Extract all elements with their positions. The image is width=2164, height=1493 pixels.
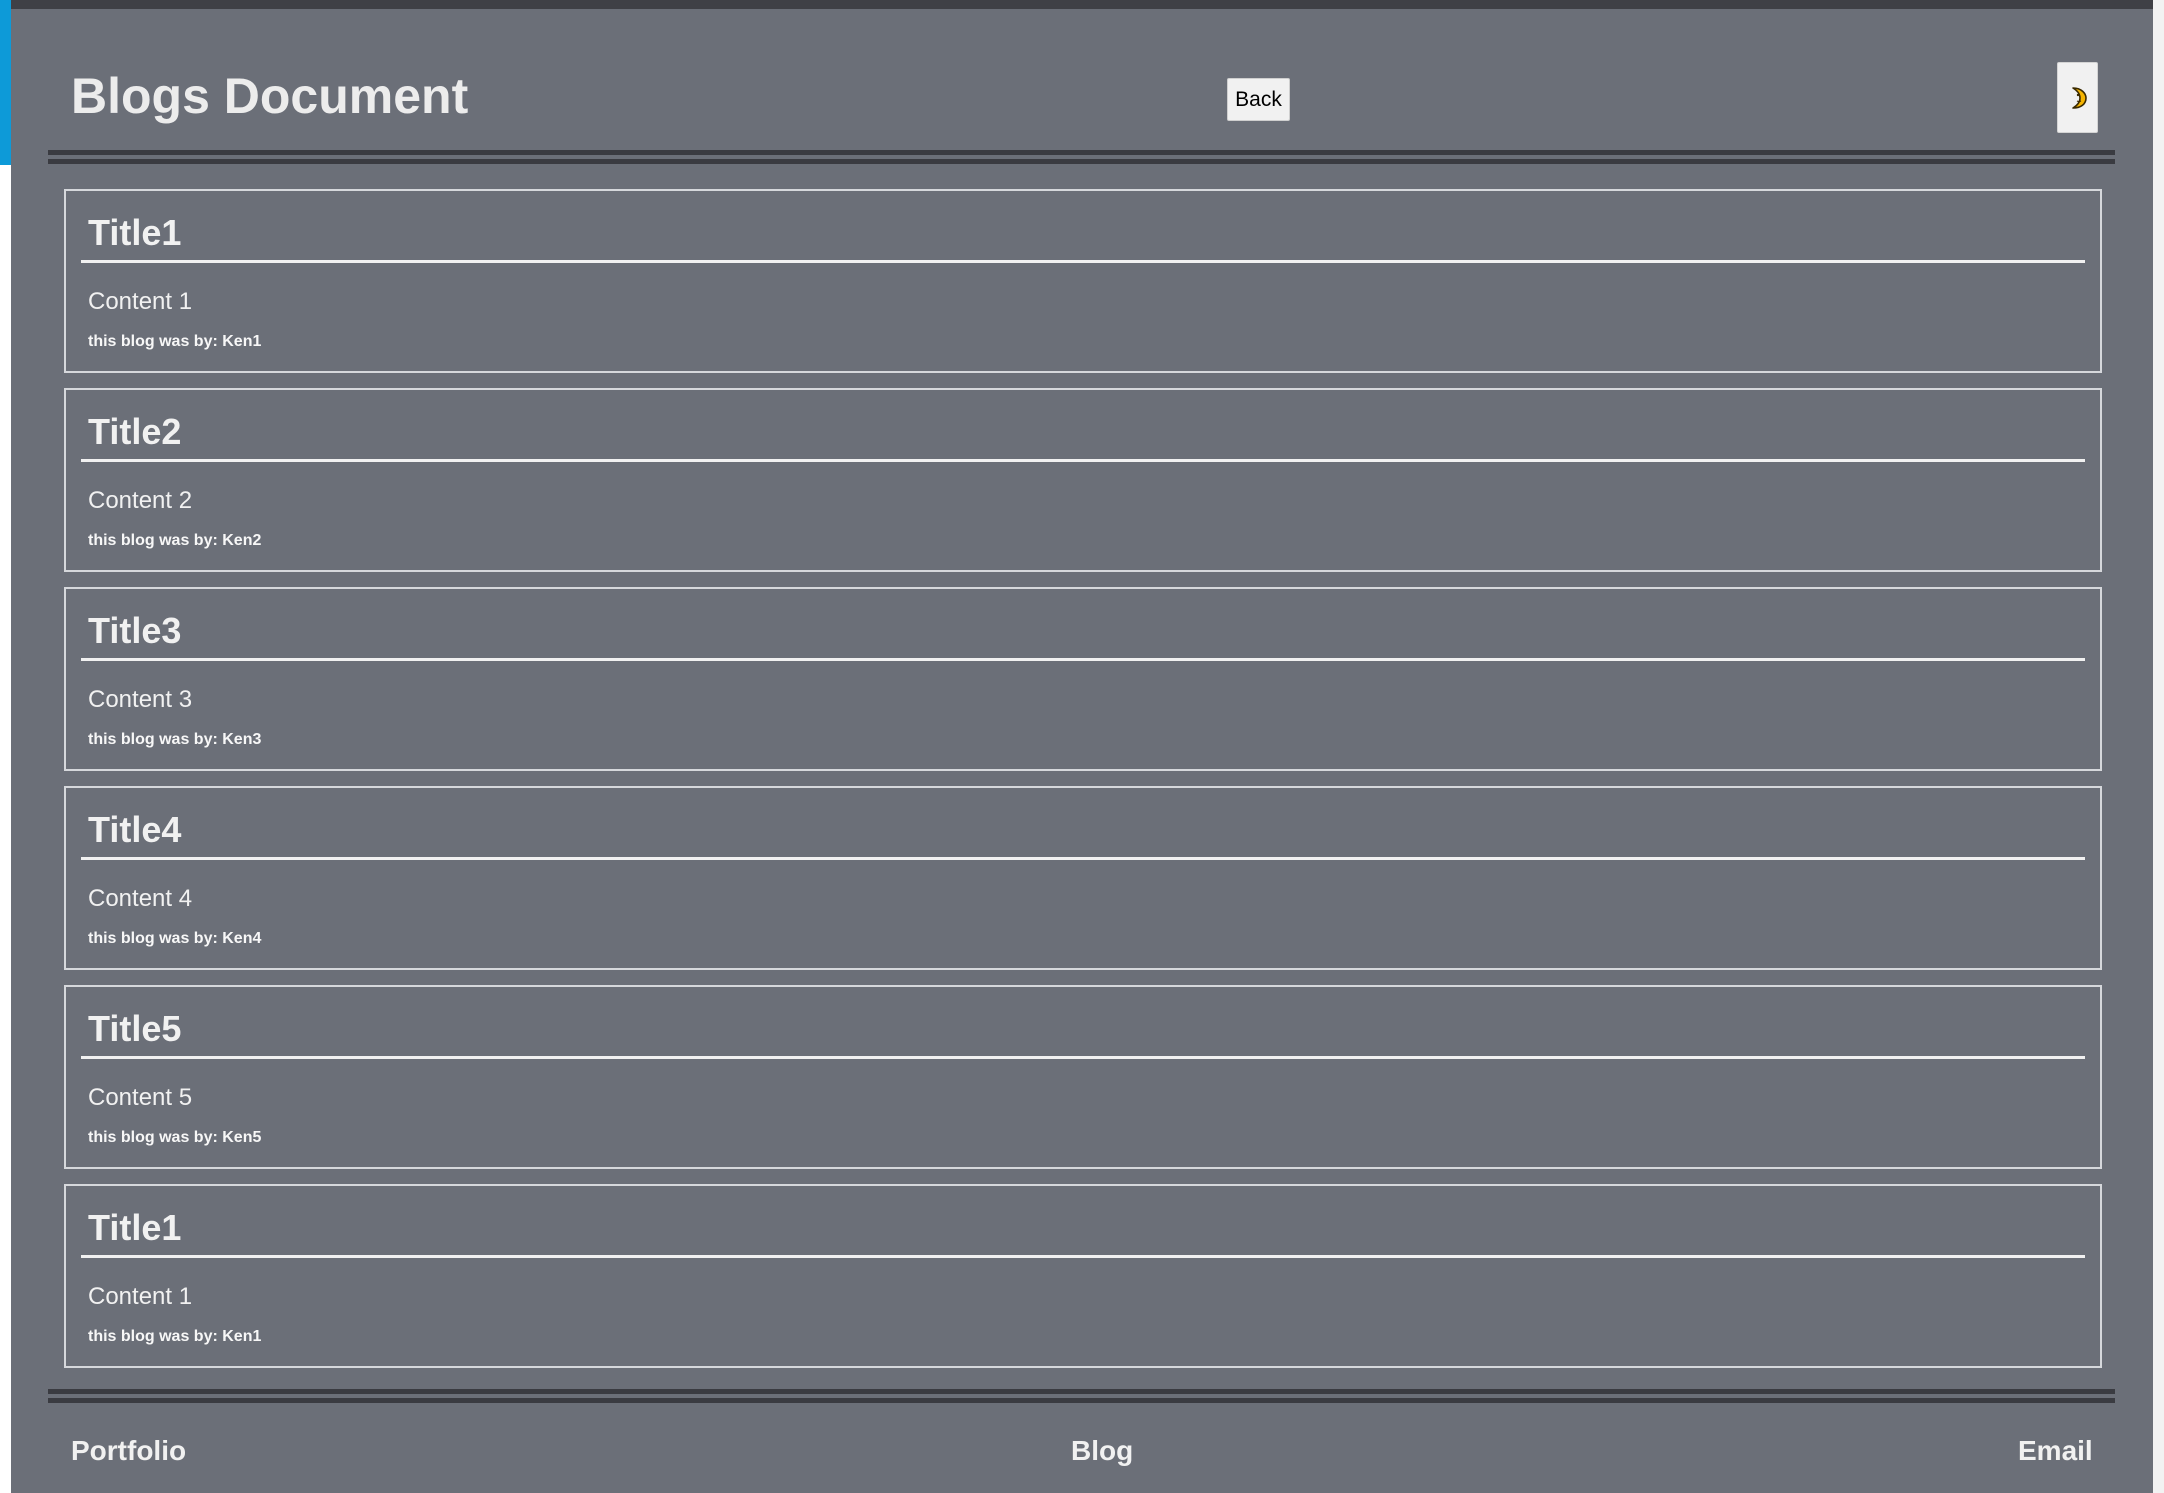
blog-title: Title3 — [88, 610, 182, 651]
blogs-page: Blogs Document Back Title1 Content 1 thi… — [11, 0, 2153, 1493]
blog-title: Title5 — [88, 1008, 182, 1049]
blog-author: this blog was by: Ken5 — [88, 1129, 262, 1146]
blog-title-divider — [81, 1255, 2085, 1258]
footer-link-portfolio[interactable]: Portfolio — [71, 1434, 186, 1468]
blog-content: Content 3 — [88, 686, 193, 713]
blog-author: this blog was by: Ken4 — [88, 930, 262, 947]
blog-author: this blog was by: Ken2 — [88, 532, 262, 549]
blog-title-divider — [81, 260, 2085, 263]
blog-content: Content 1 — [88, 1283, 193, 1310]
blog-list: Title1 Content 1 this blog was by: Ken1 … — [64, 189, 2102, 1383]
footer-divider — [48, 1389, 2115, 1403]
blog-post-card: Title4 Content 4 this blog was by: Ken4 — [64, 786, 2102, 970]
header-divider — [48, 150, 2115, 164]
blog-post-card: Title5 Content 5 this blog was by: Ken5 — [64, 985, 2102, 1169]
page-edge — [2153, 0, 2164, 1493]
blog-content: Content 5 — [88, 1084, 193, 1111]
blog-content: Content 2 — [88, 487, 193, 514]
blog-title-divider — [81, 1056, 2085, 1059]
back-button[interactable]: Back — [1227, 78, 1290, 121]
crescent-moon-icon — [2058, 85, 2097, 111]
blog-title-divider — [81, 857, 2085, 860]
blog-author: this blog was by: Ken1 — [88, 333, 262, 350]
page-title: Blogs Document — [71, 68, 469, 124]
blog-title: Title1 — [88, 212, 182, 253]
blog-title-divider — [81, 459, 2085, 462]
blog-content: Content 4 — [88, 885, 193, 912]
blog-author: this blog was by: Ken1 — [88, 1328, 262, 1345]
blog-title: Title2 — [88, 411, 182, 452]
theme-toggle-button[interactable] — [2057, 62, 2098, 133]
footer-link-blog[interactable]: Blog — [1071, 1434, 1133, 1468]
blog-title-divider — [81, 658, 2085, 661]
blog-post-card: Title1 Content 1 this blog was by: Ken1 — [64, 189, 2102, 373]
blog-post-card: Title1 Content 1 this blog was by: Ken1 — [64, 1184, 2102, 1368]
blog-title: Title1 — [88, 1207, 182, 1248]
page-header: Blogs Document Back — [11, 9, 2153, 159]
blog-post-card: Title3 Content 3 this blog was by: Ken3 — [64, 587, 2102, 771]
blog-content: Content 1 — [88, 288, 193, 315]
blog-post-card: Title2 Content 2 this blog was by: Ken2 — [64, 388, 2102, 572]
blog-title: Title4 — [88, 809, 182, 850]
blog-author: this blog was by: Ken3 — [88, 731, 262, 748]
footer-link-email[interactable]: Email — [2018, 1434, 2093, 1468]
